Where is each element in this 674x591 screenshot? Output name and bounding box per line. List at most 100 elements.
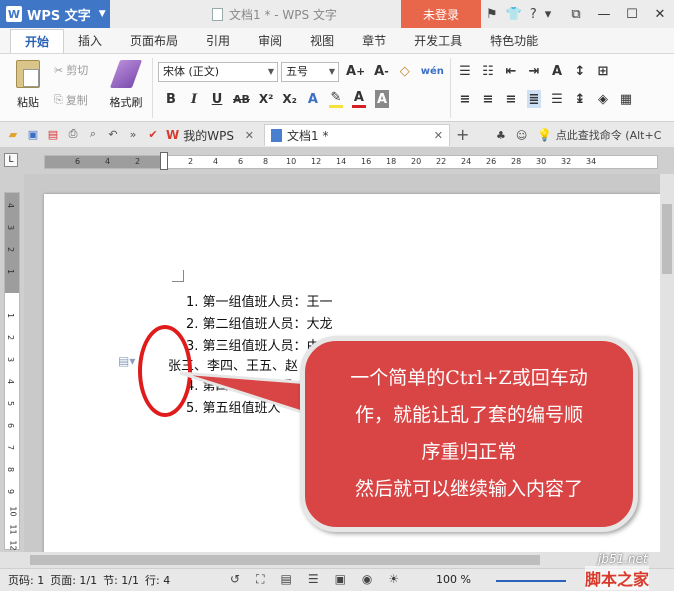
- decrease-indent-icon[interactable]: ⇤: [504, 62, 518, 80]
- list-item[interactable]: 2. 第二组值班人员：大龙: [186, 313, 333, 332]
- minimize-button[interactable]: —: [590, 0, 618, 28]
- shrink-font-icon[interactable]: A-: [374, 62, 389, 80]
- ruler-tick: 10: [286, 157, 297, 166]
- ruler-tick: 7: [6, 444, 16, 451]
- lightbulb-icon: 💡: [537, 128, 553, 142]
- vertical-ruler[interactable]: 4 3 2 1 1 2 3 4 5 6 7 8 9 10 11 12: [4, 192, 20, 551]
- border-icon[interactable]: ▦: [619, 90, 633, 108]
- close-button[interactable]: ✕: [646, 0, 674, 28]
- more-icon[interactable]: »: [126, 127, 140, 141]
- tab-view[interactable]: 视图: [296, 29, 348, 53]
- shading-icon[interactable]: ◈: [596, 90, 610, 108]
- pin-icon[interactable]: ✔: [146, 127, 160, 141]
- undo-icon[interactable]: ↶: [106, 127, 120, 141]
- font-style-tools: B I U AB X² X₂ A ✎ A A: [164, 90, 389, 108]
- strikethrough-button[interactable]: AB: [233, 90, 250, 108]
- format-painter-button[interactable]: 格式刷: [104, 60, 148, 110]
- numbered-list-icon[interactable]: ☷: [481, 62, 495, 80]
- maximize-button[interactable]: ☐: [618, 0, 646, 28]
- bold-button[interactable]: B: [164, 90, 178, 108]
- sort-icon[interactable]: ↕: [573, 62, 587, 80]
- text-effect-icon[interactable]: A: [306, 90, 320, 108]
- tab-document1[interactable]: 文档1 * ✕: [264, 124, 450, 146]
- line-spacing-icon[interactable]: ↨: [573, 90, 587, 108]
- align-center-icon[interactable]: ≡: [481, 90, 495, 108]
- open-folder-icon[interactable]: ▰: [6, 127, 20, 141]
- new-tab-button[interactable]: +: [456, 125, 469, 144]
- margin-corner-mark: [172, 270, 184, 282]
- tab-stop-icon[interactable]: L: [4, 153, 18, 167]
- eye-protect-icon[interactable]: ☀: [388, 572, 399, 587]
- scroll-thumb[interactable]: [30, 555, 540, 565]
- print-icon[interactable]: ⎙: [66, 127, 80, 141]
- distribute-icon[interactable]: ☰: [550, 90, 564, 108]
- tab-developer[interactable]: 开发工具: [400, 29, 476, 53]
- char-shading-icon[interactable]: A: [374, 90, 389, 108]
- zoom-slider[interactable]: [496, 580, 566, 582]
- scroll-thumb[interactable]: [662, 204, 672, 274]
- justify-icon[interactable]: ≣: [527, 90, 541, 108]
- tab-home[interactable]: 开始: [10, 29, 65, 53]
- app-menu-button[interactable]: W WPS 文字 ▼: [0, 0, 110, 28]
- change-case-icon[interactable]: A: [550, 62, 564, 80]
- reading-view-icon[interactable]: ◉: [362, 572, 372, 587]
- subscript-button[interactable]: X₂: [282, 90, 297, 108]
- export-pdf-icon[interactable]: ▤: [46, 127, 60, 141]
- close-icon[interactable]: ✕: [245, 129, 254, 142]
- align-right-icon[interactable]: ≡: [504, 90, 518, 108]
- help-button[interactable]: ?: [530, 7, 537, 22]
- superscript-button[interactable]: X²: [259, 90, 274, 108]
- phonetic-icon[interactable]: wén: [421, 62, 444, 80]
- tab-references[interactable]: 引用: [192, 29, 244, 53]
- vertical-scrollbar[interactable]: [660, 174, 674, 552]
- callout-box: 一个简单的Ctrl+Z或回车动 作，就能让乱了套的编号顺 序重归正常 然后就可以…: [300, 336, 638, 532]
- italic-button[interactable]: I: [187, 90, 201, 108]
- tab-my-wps[interactable]: W 我的WPS ✕: [160, 124, 260, 146]
- page-view-icon[interactable]: ▤: [280, 572, 291, 587]
- command-search-label: 点此查找命令 (Alt+C: [555, 129, 662, 142]
- save-icon[interactable]: ▣: [26, 127, 40, 141]
- fullscreen-icon[interactable]: ⛶: [256, 572, 264, 587]
- restore-icon[interactable]: ⧉: [562, 0, 590, 28]
- ruler-tick: 24: [461, 157, 472, 166]
- increase-indent-icon[interactable]: ⇥: [527, 62, 541, 80]
- underline-button[interactable]: U: [210, 90, 224, 108]
- dropdown-icon[interactable]: ▾: [545, 7, 552, 22]
- grow-font-icon[interactable]: A +: [346, 62, 365, 80]
- bullet-list-icon[interactable]: ☰: [458, 62, 472, 80]
- clear-format-icon[interactable]: ◇: [398, 62, 412, 80]
- zoom-level[interactable]: 100 %: [436, 573, 471, 586]
- command-search[interactable]: 💡 点此查找命令 (Alt+C: [537, 127, 661, 143]
- table-icon[interactable]: ⊞: [596, 62, 610, 80]
- paste-button[interactable]: 粘贴: [10, 60, 46, 110]
- clothes-icon[interactable]: ♣: [496, 129, 506, 142]
- user-icon[interactable]: ☺: [516, 129, 527, 142]
- tab-insert[interactable]: 插入: [64, 29, 116, 53]
- outline-view-icon[interactable]: ☰: [308, 572, 319, 587]
- cut-button[interactable]: ✂ 剪切: [54, 62, 88, 78]
- shirt-icon[interactable]: 👕: [506, 7, 522, 22]
- font-size-select[interactable]: 五号 ▼: [281, 62, 339, 82]
- highlight-icon[interactable]: ✎: [328, 90, 343, 108]
- horizontal-ruler[interactable]: 6 4 2 2 4 6 8 10 12 14 16 18 20 22 24 26…: [44, 155, 658, 169]
- copy-button[interactable]: ⎘ 复制: [54, 92, 88, 108]
- tab-features[interactable]: 特色功能: [476, 29, 552, 53]
- skin-icon[interactable]: ⚑: [486, 7, 498, 22]
- list-item[interactable]: 1. 第一组值班人员：王一: [186, 291, 333, 310]
- ruler-tick: 34: [586, 157, 597, 166]
- login-button[interactable]: 未登录: [401, 0, 481, 28]
- history-icon[interactable]: ↺: [230, 572, 240, 587]
- ruler-tick: 12: [311, 157, 322, 166]
- tab-page-layout[interactable]: 页面布局: [116, 29, 192, 53]
- tab-review[interactable]: 审阅: [244, 29, 296, 53]
- tab-section[interactable]: 章节: [348, 29, 400, 53]
- close-icon[interactable]: ✕: [434, 129, 443, 142]
- font-name-select[interactable]: 宋体 (正文) ▼: [158, 62, 278, 82]
- web-view-icon[interactable]: ▣: [335, 572, 346, 587]
- paste-options-icon[interactable]: ▤▾: [118, 354, 135, 370]
- indent-marker[interactable]: [160, 152, 168, 170]
- font-color-icon[interactable]: A: [351, 90, 366, 108]
- print-preview-icon[interactable]: ⌕: [86, 127, 100, 141]
- horizontal-scrollbar[interactable]: [0, 552, 674, 568]
- align-left-icon[interactable]: ≡: [458, 90, 472, 108]
